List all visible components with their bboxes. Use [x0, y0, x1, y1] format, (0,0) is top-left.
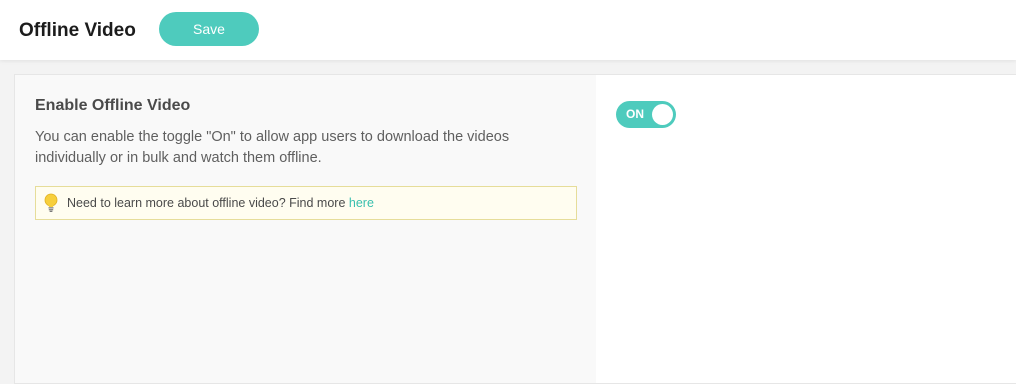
section-title: Enable Offline Video	[35, 97, 191, 114]
page-title: Offline Video	[19, 20, 136, 41]
save-button[interactable]: Save	[159, 12, 259, 46]
info-help-link[interactable]: here	[349, 196, 374, 210]
settings-card: Enable Offline Video You can enable the …	[14, 74, 1016, 384]
setting-description-panel: Enable Offline Video You can enable the …	[15, 75, 596, 383]
info-box: Need to learn more about offline video? …	[35, 186, 577, 220]
toggle-label: ON	[626, 107, 644, 121]
enable-offline-video-toggle[interactable]: ON	[616, 101, 676, 128]
section-description: You can enable the toggle "On" to allow …	[35, 129, 510, 166]
info-text: Need to learn more about offline video? …	[67, 196, 349, 210]
top-bar: Offline Video Save	[0, 0, 1016, 60]
toggle-knob	[652, 104, 673, 125]
lightbulb-icon	[44, 193, 58, 213]
